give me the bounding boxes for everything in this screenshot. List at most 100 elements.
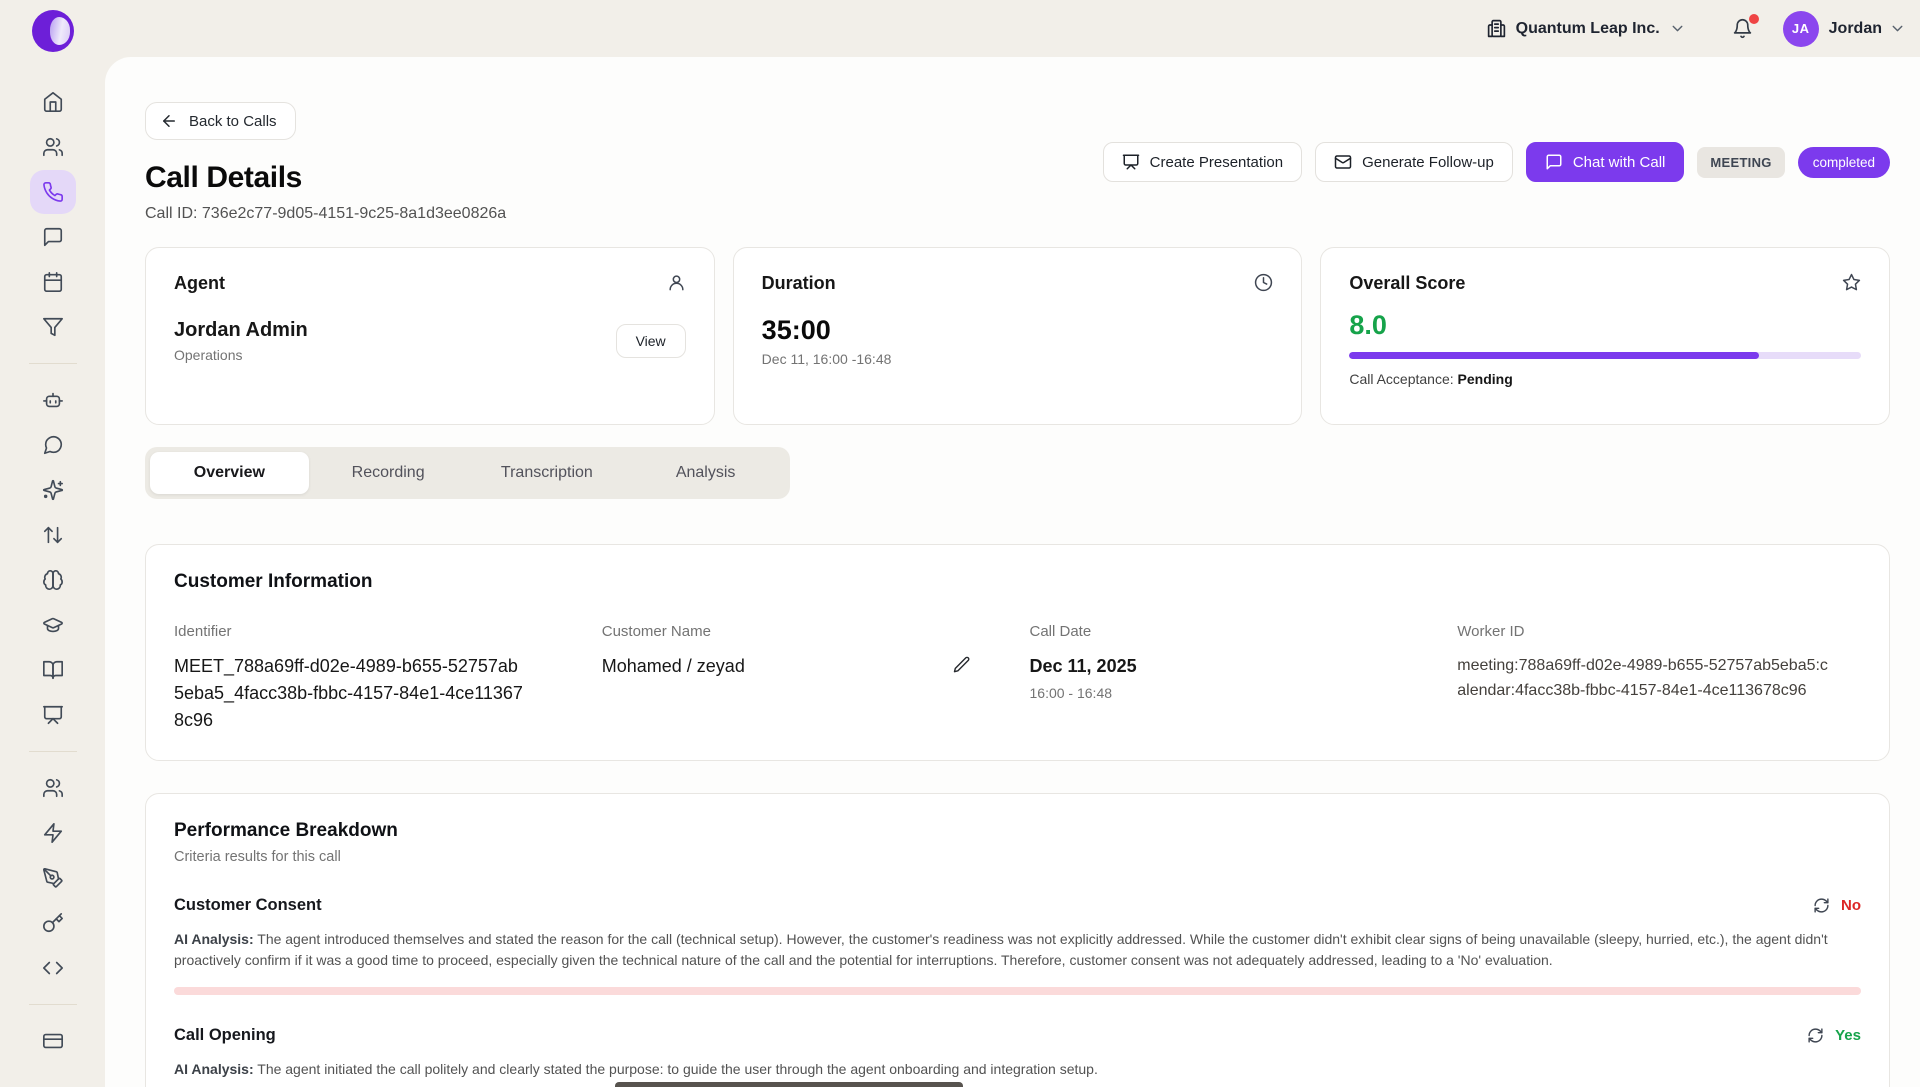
sidebar-item-billing[interactable] xyxy=(34,1023,72,1059)
score-card-title: Overall Score xyxy=(1349,273,1465,294)
bot-icon xyxy=(42,389,64,411)
sidebar xyxy=(0,0,105,1087)
message-square-icon xyxy=(42,226,64,248)
score-progress-track xyxy=(1349,352,1861,359)
refresh-icon[interactable] xyxy=(1807,1027,1824,1044)
notifications-button[interactable] xyxy=(1732,18,1753,39)
book-open-icon xyxy=(42,659,64,681)
sidebar-divider xyxy=(29,751,77,752)
sidebar-item-team[interactable] xyxy=(34,129,72,165)
sidebar-item-training[interactable] xyxy=(34,607,72,643)
sidebar-item-sparkles[interactable] xyxy=(34,472,72,508)
duration-card: Duration 35:00 Dec 11, 16:00 -16:48 xyxy=(733,247,1303,425)
sidebar-item-chat[interactable] xyxy=(34,427,72,463)
app-logo[interactable] xyxy=(32,10,74,52)
message-circle-icon xyxy=(42,434,64,456)
sidebar-item-transfers[interactable] xyxy=(34,517,72,553)
sidebar-item-users[interactable] xyxy=(34,770,72,806)
call-time-value: 16:00 - 16:48 xyxy=(1030,685,1434,701)
credit-card-icon xyxy=(42,1030,64,1052)
customer-information-card: Customer Information Identifier MEET_788… xyxy=(145,544,1890,761)
sidebar-item-calendar[interactable] xyxy=(34,264,72,300)
identifier-field: Identifier MEET_788a69ff-d02e-4989-b655-… xyxy=(174,623,578,734)
agent-card: Agent Jordan Admin Operations View xyxy=(145,247,715,425)
sidebar-item-presentations[interactable] xyxy=(34,697,72,733)
criterion-analysis: AI Analysis: The agent introduced themse… xyxy=(174,929,1861,972)
sidebar-item-filters[interactable] xyxy=(34,309,72,345)
notification-dot xyxy=(1749,14,1759,24)
criterion-analysis: AI Analysis: The agent initiated the cal… xyxy=(174,1059,1861,1080)
sidebar-item-developer[interactable] xyxy=(34,950,72,986)
org-name: Quantum Leap Inc. xyxy=(1516,20,1660,38)
performance-subtitle: Criteria results for this call xyxy=(174,849,1861,865)
sidebar-item-brain[interactable] xyxy=(34,562,72,598)
key-icon xyxy=(42,912,64,934)
sparkles-icon xyxy=(42,479,64,501)
chat-with-call-label: Chat with Call xyxy=(1573,154,1666,171)
back-to-calls-button[interactable]: Back to Calls xyxy=(145,102,296,140)
duration-value: 35:00 xyxy=(762,315,1274,346)
tab-recording[interactable]: Recording xyxy=(309,452,468,494)
call-date-value: Dec 11, 2025 xyxy=(1030,653,1434,680)
ai-analysis-label: AI Analysis: xyxy=(174,931,254,947)
chevron-down-icon[interactable] xyxy=(1889,20,1906,37)
create-presentation-button[interactable]: Create Presentation xyxy=(1103,142,1302,182)
detail-tabs: Overview Recording Transcription Analysi… xyxy=(145,447,790,499)
criterion-name: Customer Consent xyxy=(174,896,322,915)
bottom-partial-bar xyxy=(615,1082,963,1087)
performance-breakdown-card: Performance Breakdown Criteria results f… xyxy=(145,793,1890,1087)
org-switcher[interactable]: Quantum Leap Inc. xyxy=(1486,18,1686,39)
call-acceptance-label: Call Acceptance: xyxy=(1349,371,1453,387)
message-square-icon xyxy=(1545,153,1563,171)
ai-analysis-text: The agent introduced themselves and stat… xyxy=(174,931,1828,968)
refresh-icon[interactable] xyxy=(1813,897,1830,914)
call-date-field: Call Date Dec 11, 2025 16:00 - 16:48 xyxy=(1030,623,1434,734)
criterion-call-opening: Call Opening Yes AI Analysis: The agent … xyxy=(174,1026,1861,1080)
sidebar-item-knowledge[interactable] xyxy=(34,652,72,688)
clock-icon xyxy=(1254,273,1273,292)
topbar: Quantum Leap Inc. JA Jordan xyxy=(105,0,1920,57)
pen-tool-icon xyxy=(42,867,64,889)
sidebar-item-calls[interactable] xyxy=(30,170,76,214)
brain-icon xyxy=(42,569,64,591)
users-icon xyxy=(42,136,64,158)
criterion-score-bar xyxy=(174,987,1861,995)
criterion-result: No xyxy=(1841,897,1861,914)
view-agent-button[interactable]: View xyxy=(616,324,686,358)
sidebar-item-automations[interactable] xyxy=(34,815,72,851)
score-value: 8.0 xyxy=(1349,310,1861,341)
call-date-label: Call Date xyxy=(1030,623,1434,640)
customer-name-label: Customer Name xyxy=(602,623,1006,640)
presentation-icon xyxy=(1122,153,1140,171)
sidebar-item-messages[interactable] xyxy=(34,219,72,255)
customer-information-title: Customer Information xyxy=(174,571,1861,593)
user-icon xyxy=(667,273,686,292)
call-acceptance: Call Acceptance: Pending xyxy=(1349,371,1861,387)
criterion-name: Call Opening xyxy=(174,1026,276,1045)
customer-name-value: Mohamed / zeyad xyxy=(602,653,745,680)
tab-transcription[interactable]: Transcription xyxy=(468,452,627,494)
code-icon xyxy=(42,957,64,979)
sidebar-item-design[interactable] xyxy=(34,860,72,896)
presentation-icon xyxy=(42,704,64,726)
main-panel: Back to Calls Call Details Call ID: 736e… xyxy=(105,57,1920,1087)
performance-title: Performance Breakdown xyxy=(174,820,1861,842)
edit-pencil-icon[interactable] xyxy=(952,655,972,675)
user-name[interactable]: Jordan xyxy=(1829,20,1882,38)
sidebar-item-home[interactable] xyxy=(34,84,72,120)
agent-card-title: Agent xyxy=(174,273,225,294)
worker-id-value: meeting:788a69ff-d02e-4989-b655-52757ab5… xyxy=(1457,654,1829,704)
criterion-customer-consent: Customer Consent No AI Analysis: The age… xyxy=(174,896,1861,995)
agent-name: Jordan Admin xyxy=(174,319,308,342)
tab-overview[interactable]: Overview xyxy=(150,452,309,494)
tab-analysis[interactable]: Analysis xyxy=(626,452,785,494)
arrow-up-down-icon xyxy=(42,524,64,546)
customer-name-field: Customer Name Mohamed / zeyad xyxy=(602,623,1006,734)
sidebar-item-bot[interactable] xyxy=(34,382,72,418)
sidebar-item-access-keys[interactable] xyxy=(34,905,72,941)
page-header: Back to Calls Call Details Call ID: 736e… xyxy=(145,102,1890,223)
generate-followup-button[interactable]: Generate Follow-up xyxy=(1315,142,1513,182)
sidebar-divider xyxy=(29,1004,77,1005)
chat-with-call-button[interactable]: Chat with Call xyxy=(1526,142,1685,182)
avatar[interactable]: JA xyxy=(1783,11,1819,47)
